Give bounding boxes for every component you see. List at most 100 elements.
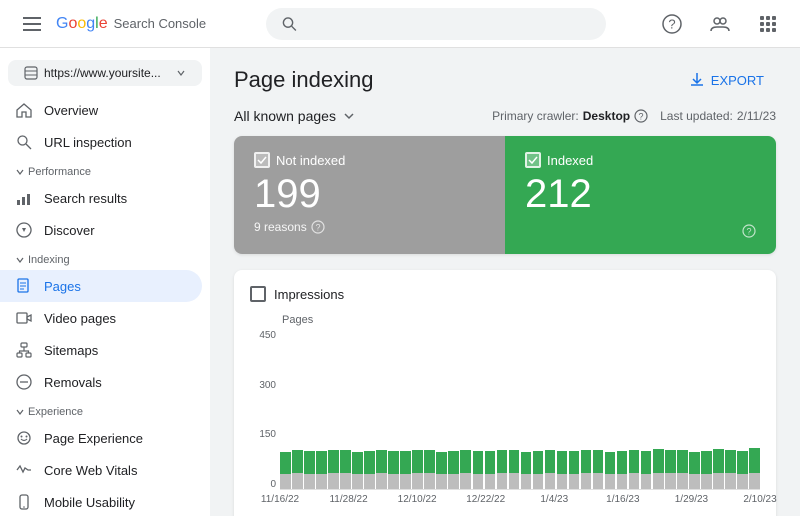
- removals-icon: [16, 374, 32, 390]
- section-indexing[interactable]: Indexing: [0, 246, 210, 270]
- x-label: 12/22/22: [466, 494, 505, 505]
- bar-group: [521, 330, 532, 489]
- section-performance[interactable]: Performance: [0, 158, 210, 182]
- indexed-card[interactable]: Indexed 212 ?: [505, 136, 776, 254]
- sidebar-item-discover[interactable]: Discover: [0, 214, 202, 246]
- x-labels: 11/16/2211/28/2212/10/2212/22/221/4/231/…: [280, 494, 760, 510]
- sidebar-item-sitemaps[interactable]: Sitemaps: [0, 334, 202, 366]
- sidebar-item-url-inspection[interactable]: URL inspection: [0, 126, 202, 158]
- bar-group: [629, 330, 640, 489]
- sidebar-label-removals: Removals: [44, 375, 102, 390]
- x-label: 11/16/22: [261, 494, 299, 505]
- bar-top: [364, 451, 375, 474]
- bar-top: [533, 451, 544, 474]
- y-axis-label: Pages: [282, 314, 760, 326]
- bar-top: [593, 450, 604, 473]
- impressions-checkbox[interactable]: [250, 286, 266, 302]
- bar-group: [292, 330, 303, 489]
- sidebar-item-search-results[interactable]: Search results: [0, 182, 202, 214]
- search-area: [216, 8, 656, 40]
- logo-product-text: Search Console: [114, 16, 207, 31]
- bar-group: [412, 330, 423, 489]
- bar-group: [388, 330, 399, 489]
- indexed-label: Indexed: [547, 153, 593, 168]
- bar-group: [749, 330, 760, 489]
- sidebar-item-overview[interactable]: Overview: [0, 94, 202, 126]
- globe-icon: [24, 66, 38, 80]
- bar-group: [460, 330, 471, 489]
- url-selector[interactable]: https://www.yoursite...: [8, 60, 202, 86]
- bar-top: [304, 451, 315, 473]
- x-label: 1/29/23: [675, 494, 708, 505]
- bar-bottom: [497, 473, 508, 489]
- bar-group: [533, 330, 544, 489]
- sidebar-label-url-inspection: URL inspection: [44, 135, 132, 150]
- crawler-type: Desktop: [583, 109, 630, 123]
- search-input[interactable]: [305, 16, 590, 32]
- sidebar-item-mobile-usability[interactable]: Mobile Usability: [0, 486, 202, 516]
- sidebar-label-discover: Discover: [44, 223, 95, 238]
- last-updated-value: 2/11/23: [737, 109, 776, 123]
- indexed-help-icon[interactable]: ?: [742, 224, 756, 238]
- bar-top: [388, 451, 399, 473]
- bar-group: [641, 330, 652, 489]
- x-label: 12/10/22: [398, 494, 437, 505]
- bar-bottom: [376, 473, 387, 489]
- vitals-icon: [16, 462, 32, 478]
- people-icon[interactable]: [704, 8, 736, 40]
- bar-group: [400, 330, 411, 489]
- section-toggle-icon: [16, 168, 24, 176]
- bar-top: [677, 450, 688, 473]
- bar-top: [497, 450, 508, 473]
- impressions-toggle[interactable]: Impressions: [250, 286, 760, 302]
- bar-bottom: [545, 473, 556, 489]
- svg-text:?: ?: [639, 112, 644, 122]
- crawler-info: Primary crawler: Desktop ? Last updated:…: [492, 109, 776, 123]
- bar-bottom: [713, 473, 724, 489]
- sidebar-item-video-pages[interactable]: Video pages: [0, 302, 202, 334]
- bar-top: [436, 452, 447, 474]
- sitemap-icon: [16, 342, 32, 358]
- bar-group: [280, 330, 291, 489]
- bar-bottom: [352, 474, 363, 489]
- bar-group: [485, 330, 496, 489]
- sidebar-item-core-web-vitals[interactable]: Core Web Vitals: [0, 454, 202, 486]
- svg-text:?: ?: [315, 223, 320, 233]
- crawler-help-icon[interactable]: ?: [634, 109, 648, 123]
- search-box[interactable]: [266, 8, 606, 40]
- sidebar-item-removals[interactable]: Removals: [0, 366, 202, 398]
- not-indexed-help-icon[interactable]: ?: [311, 220, 325, 234]
- bar-bottom: [280, 474, 291, 489]
- sidebar-item-page-experience[interactable]: Page Experience: [0, 422, 202, 454]
- menu-icon[interactable]: [16, 8, 48, 40]
- filter-selector[interactable]: All known pages: [234, 108, 356, 124]
- sidebar: https://www.yoursite... Overview URL ins…: [0, 48, 210, 516]
- sidebar-item-pages[interactable]: Pages: [0, 270, 202, 302]
- bar-group: [497, 330, 508, 489]
- bar-group: [304, 330, 315, 489]
- chart-icon: [16, 190, 32, 206]
- help-icon[interactable]: ?: [656, 8, 688, 40]
- bar-top: [641, 451, 652, 473]
- url-text: https://www.yoursite...: [44, 66, 161, 80]
- bar-top: [448, 451, 459, 474]
- impressions-label: Impressions: [274, 287, 344, 302]
- topbar-actions: ?: [656, 8, 784, 40]
- y-axis: 450 300 150 0: [250, 330, 280, 490]
- y-label-450: 450: [250, 330, 276, 341]
- apps-icon[interactable]: [752, 8, 784, 40]
- not-indexed-header: Not indexed: [254, 152, 485, 168]
- bar-bottom: [677, 473, 688, 489]
- export-icon: [689, 72, 705, 88]
- bar-top: [485, 451, 496, 474]
- bar-top: [665, 450, 676, 473]
- not-indexed-reasons: 9 reasons: [254, 220, 307, 234]
- bar-bottom: [460, 473, 471, 489]
- not-indexed-card[interactable]: Not indexed 199 9 reasons ?: [234, 136, 505, 254]
- bar-top: [521, 452, 532, 474]
- discover-icon: [16, 222, 32, 238]
- indexed-checkbox: [525, 152, 541, 168]
- export-button[interactable]: EXPORT: [677, 64, 776, 96]
- section-experience[interactable]: Experience: [0, 398, 210, 422]
- bar-group: [725, 330, 736, 489]
